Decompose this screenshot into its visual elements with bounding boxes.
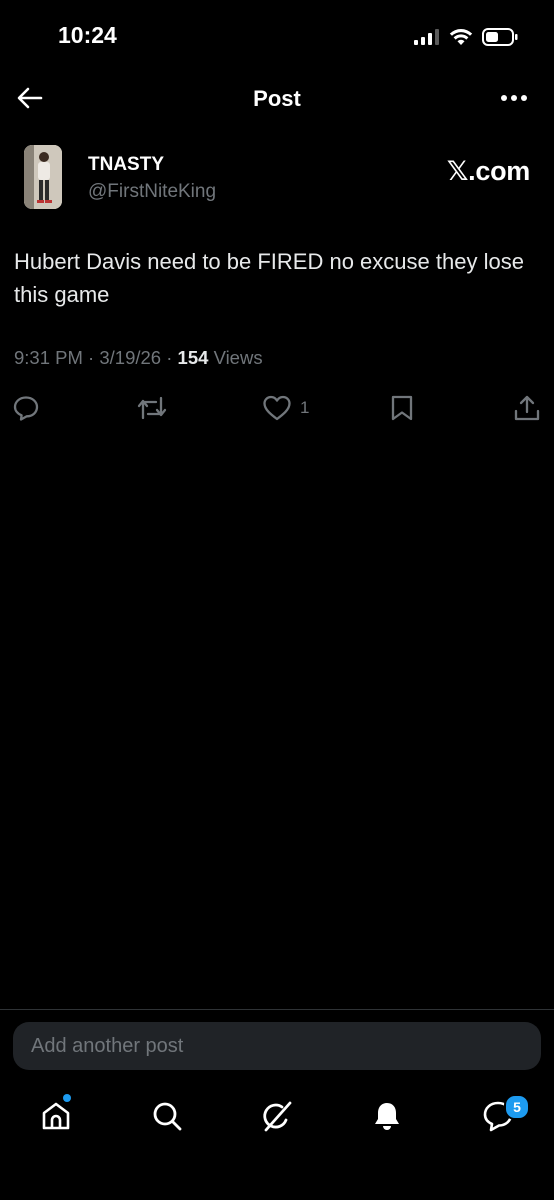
post-date: 3/19/26 <box>99 347 162 368</box>
bookmark-icon <box>391 395 413 421</box>
search-icon <box>153 1102 182 1131</box>
tab-home[interactable] <box>34 1094 78 1138</box>
reply-icon <box>13 396 39 421</box>
reply-input[interactable] <box>13 1022 541 1070</box>
views-count: 154 <box>177 347 209 368</box>
status-time: 10:24 <box>58 22 117 48</box>
more-options-button[interactable] <box>498 82 530 114</box>
bookmark-button[interactable] <box>389 390 415 426</box>
post-time: 9:31 PM <box>14 347 83 368</box>
cellular-signal-icon <box>414 29 439 45</box>
like-button[interactable]: 1 <box>262 390 309 426</box>
notifications-icon <box>375 1103 399 1130</box>
repost-icon <box>137 396 167 420</box>
reply-composer[interactable] <box>13 1022 541 1070</box>
views-label: Views <box>213 347 263 368</box>
status-icons <box>414 26 518 48</box>
tab-grok[interactable] <box>255 1094 299 1138</box>
post-meta: 9:31 PM · 3/19/26 · 154 Views <box>14 347 263 369</box>
battery-icon <box>482 28 518 46</box>
reply-button[interactable] <box>12 390 40 426</box>
share-button[interactable] <box>513 390 541 426</box>
x-logo: 𝕏.com <box>446 156 531 186</box>
post-actions: 1 <box>0 390 554 426</box>
home-icon <box>42 1102 70 1130</box>
page-title: Post <box>253 86 301 111</box>
author-display-name[interactable]: TNASTY <box>88 154 164 176</box>
divider <box>0 1009 554 1010</box>
avatar[interactable] <box>24 145 62 209</box>
wifi-icon <box>449 29 473 45</box>
meta-separator: · <box>88 347 100 368</box>
like-count: 1 <box>300 398 310 417</box>
author-handle[interactable]: @FirstNiteKing <box>88 181 216 203</box>
home-notification-dot <box>63 1094 71 1102</box>
grok-icon <box>263 1101 292 1132</box>
share-icon <box>514 395 540 421</box>
heart-icon <box>263 395 291 421</box>
tab-notifications[interactable] <box>365 1094 409 1138</box>
tab-search[interactable] <box>145 1094 189 1138</box>
post-text: Hubert Davis need to be FIRED no excuse … <box>14 249 524 307</box>
meta-separator: · <box>166 347 178 368</box>
more-horizontal-icon <box>501 95 527 101</box>
repost-button[interactable] <box>136 390 168 426</box>
messages-badge: 5 <box>504 1094 530 1120</box>
